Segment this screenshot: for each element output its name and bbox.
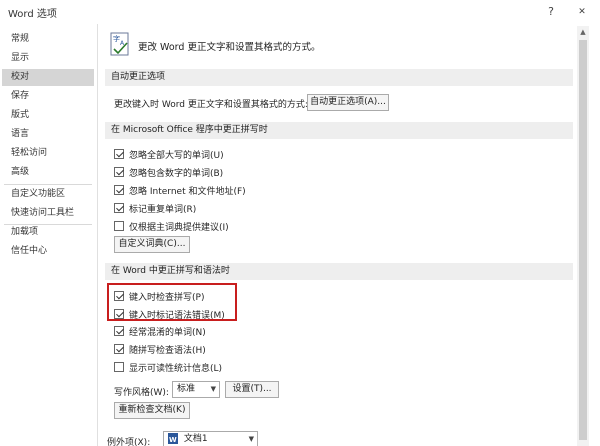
title-bar: Word 选项 ? ✕: [0, 0, 600, 24]
help-button[interactable]: ?: [541, 2, 561, 22]
option-mark-grammar-errors[interactable]: 键入时标记语法错误(M): [114, 307, 225, 321]
scroll-up-arrow-icon[interactable]: ▲: [577, 26, 589, 38]
section-header-autocorrect: 自动更正选项: [105, 69, 573, 86]
exceptions-document-select[interactable]: 文档1 ▼: [163, 431, 258, 446]
checkbox[interactable]: [114, 203, 124, 213]
checkbox[interactable]: [114, 362, 124, 372]
checkbox[interactable]: [114, 326, 124, 336]
word-document-icon: [168, 433, 178, 446]
section-header-word-spelling: 在 Word 中更正拼写和语法时: [105, 263, 573, 280]
sidebar-item-trust-center[interactable]: 信任中心: [2, 243, 94, 260]
sidebar-item-typography[interactable]: 版式: [2, 107, 94, 124]
option-flag-repeated-words[interactable]: 标记重复单词(R): [114, 201, 196, 215]
settings-button[interactable]: 设置(T)...: [225, 381, 279, 398]
option-frequently-confused-words[interactable]: 经常混淆的单词(N): [114, 324, 206, 338]
page-description: 更改 Word 更正文字和设置其格式的方式。: [138, 42, 321, 53]
sidebar-item-language[interactable]: 语言: [2, 126, 94, 143]
close-button[interactable]: ✕: [571, 2, 593, 22]
option-check-grammar-with-spelling[interactable]: 随拼写检查语法(H): [114, 342, 206, 356]
option-check-spelling-as-you-type[interactable]: 键入时检查拼写(P): [114, 289, 204, 303]
recheck-document-button[interactable]: 重新检查文档(K): [114, 402, 190, 419]
sidebar-item-proofing[interactable]: 校对: [2, 69, 94, 86]
option-main-dictionary-only[interactable]: 仅根据主词典提供建议(I): [114, 219, 229, 233]
writing-style-label: 写作风格(W):: [114, 388, 169, 398]
option-ignore-internet-addresses[interactable]: 忽略 Internet 和文件地址(F): [114, 183, 246, 197]
option-label: 键入时检查拼写(P): [129, 292, 205, 303]
sidebar-item-quick-access-toolbar[interactable]: 快速访问工具栏: [2, 205, 94, 222]
sidebar-divider: [4, 184, 92, 185]
svg-text:字: 字: [113, 34, 120, 43]
sidebar-item-save[interactable]: 保存: [2, 88, 94, 105]
checkbox[interactable]: [114, 291, 124, 301]
main-panel: 字 A 更改 Word 更正文字和设置其格式的方式。 自动更正选项 更改键入时 …: [99, 24, 600, 446]
sidebar-item-accessibility[interactable]: 轻松访问: [2, 145, 94, 162]
checkbox[interactable]: [114, 167, 124, 177]
option-label: 忽略包含数字的单词(B): [129, 168, 224, 179]
window-title: Word 选项: [8, 9, 57, 20]
checkbox[interactable]: [114, 149, 124, 159]
option-ignore-numbers[interactable]: 忽略包含数字的单词(B): [114, 165, 223, 179]
option-label: 标记重复单词(R): [129, 204, 197, 215]
option-ignore-uppercase[interactable]: 忽略全部大写的单词(U): [114, 147, 224, 161]
option-label: 显示可读性统计信息(L): [129, 363, 223, 374]
exceptions-document-value: 文档1: [183, 434, 208, 444]
sidebar-item-add-ins[interactable]: 加载项: [2, 224, 94, 241]
custom-dictionaries-button[interactable]: 自定义词典(C)...: [114, 236, 190, 253]
vertical-scrollbar[interactable]: ▲: [577, 26, 589, 446]
option-show-readability-stats[interactable]: 显示可读性统计信息(L): [114, 360, 222, 374]
autocorrect-description: 更改键入时 Word 更正文字和设置其格式的方式:: [114, 100, 308, 110]
option-label: 忽略全部大写的单词(U): [129, 150, 224, 161]
checkbox[interactable]: [114, 185, 124, 195]
writing-style-value: 标准: [177, 384, 196, 394]
option-label: 键入时标记语法错误(M): [129, 310, 225, 321]
autocorrect-options-button[interactable]: 自动更正选项(A)...: [307, 94, 389, 111]
writing-style-select[interactable]: 标准 ▼: [172, 381, 220, 398]
checkbox[interactable]: [114, 309, 124, 319]
exceptions-label: 例外项(X):: [107, 438, 151, 446]
section-header-office-spelling: 在 Microsoft Office 程序中更正拼写时: [105, 122, 573, 139]
option-label: 经常混淆的单词(N): [129, 327, 206, 338]
checkbox[interactable]: [114, 221, 124, 231]
chevron-down-icon: ▼: [210, 385, 216, 393]
option-label: 忽略 Internet 和文件地址(F): [129, 186, 246, 197]
sidebar-item-general[interactable]: 常规: [2, 31, 94, 48]
chevron-down-icon: ▼: [248, 435, 254, 443]
proofing-abc-check-icon: 字 A: [110, 32, 129, 56]
sidebar: 常规 显示 校对 保存 版式 语言 轻松访问 高级 自定义功能区 快速访问工具栏…: [0, 24, 98, 446]
scroll-thumb[interactable]: [579, 40, 587, 440]
option-label: 随拼写检查语法(H): [129, 345, 206, 356]
option-label: 仅根据主词典提供建议(I): [129, 222, 229, 233]
sidebar-item-advanced[interactable]: 高级: [2, 164, 94, 181]
sidebar-item-customize-ribbon[interactable]: 自定义功能区: [2, 186, 94, 203]
sidebar-item-display[interactable]: 显示: [2, 50, 94, 67]
checkbox[interactable]: [114, 344, 124, 354]
